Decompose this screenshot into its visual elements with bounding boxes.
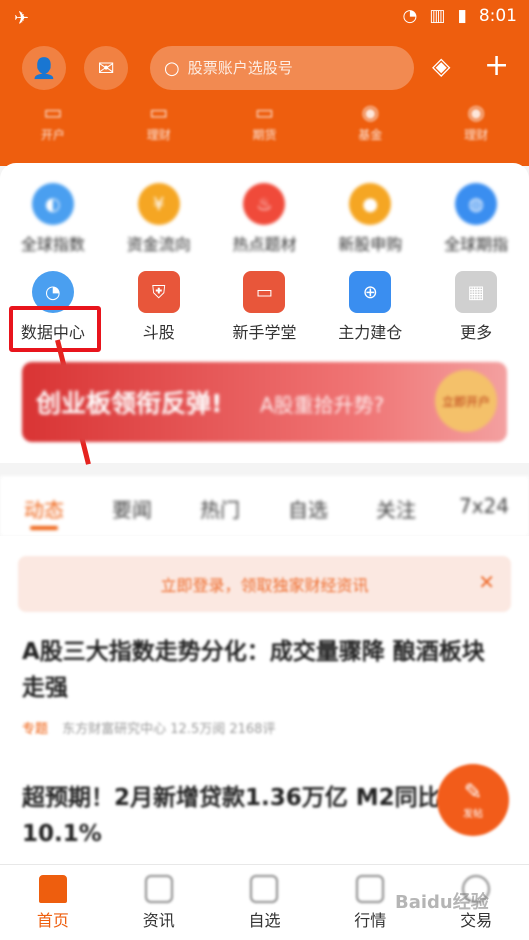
news-item[interactable]: 超预期！2月新增贷款1.36万亿 M2同比增长10.1% bbox=[22, 780, 502, 852]
sub-nav-item[interactable]: ◉ 理财 bbox=[423, 96, 529, 151]
account-icon: ▭ bbox=[43, 100, 63, 124]
grid-item-global-futures[interactable]: ◍ 全球期指 bbox=[423, 183, 529, 255]
globe-icon: ◍ bbox=[455, 183, 498, 225]
service-icon[interactable]: ◈ bbox=[432, 52, 450, 80]
battery-icon: ▮ bbox=[457, 6, 467, 26]
tab-watchlist[interactable]: 自选 bbox=[264, 476, 352, 536]
search-icon: ○ bbox=[164, 57, 180, 79]
chart-icon: ▭ bbox=[255, 100, 274, 124]
banner-open-account-badge[interactable]: 立即开户 bbox=[435, 370, 497, 432]
login-prompt-text: 立即登录，领取独家财经资讯 bbox=[160, 576, 369, 595]
status-bar: ✈ ◔ ▥ ▮ 8:01 bbox=[0, 0, 529, 36]
grid-item-money-flow[interactable]: ¥ 资金流向 bbox=[106, 183, 212, 255]
news-source: 东方财富研究中心 12.5万阅 2168评 bbox=[62, 722, 276, 737]
grid-item-ipo[interactable]: ● 新股申购 bbox=[317, 183, 423, 255]
clock-text: 8:01 bbox=[478, 6, 517, 26]
message-button[interactable]: ✉ bbox=[84, 46, 128, 90]
mail-icon: ✉ bbox=[97, 56, 115, 80]
news-icon bbox=[144, 875, 173, 903]
tab-7x24[interactable]: 7x24 bbox=[440, 476, 528, 536]
grid-item-stock-battle[interactable]: ⛨ 斗股 bbox=[106, 271, 212, 343]
grid-icon: ▦ bbox=[455, 271, 498, 313]
home-icon bbox=[38, 875, 67, 903]
sub-nav-item[interactable]: ▭ 开户 bbox=[0, 96, 106, 151]
banner-headline: 创业板领衔反弹! bbox=[36, 389, 223, 418]
compose-post-button[interactable]: ✎ 发帖 bbox=[437, 764, 509, 836]
tab-headlines[interactable]: 要闻 bbox=[88, 476, 176, 536]
search-bar[interactable]: ○ bbox=[150, 46, 414, 90]
wallet-icon: ▭ bbox=[149, 100, 169, 124]
grid-item-beginner-school[interactable]: ▭ 新手学堂 bbox=[212, 271, 318, 343]
sub-nav-item[interactable]: ◉ 基金 bbox=[317, 96, 423, 151]
close-icon[interactable]: ✕ bbox=[478, 570, 495, 594]
wifi-icon: ◔ bbox=[402, 6, 418, 26]
news-tag: 专题 bbox=[22, 722, 49, 737]
fab-label: 发帖 bbox=[463, 809, 483, 820]
position-icon: ⊕ bbox=[349, 271, 392, 313]
user-avatar-button[interactable]: 👤 bbox=[22, 46, 66, 90]
news-title: A股三大指数走势分化：成交量骤降 酿酒板块走强 bbox=[22, 639, 485, 701]
add-icon[interactable]: + bbox=[484, 48, 509, 83]
status-icons: ◔ ▥ ▮ 8:01 bbox=[403, 6, 517, 26]
grid-item-global-index[interactable]: ◐ 全球指数 bbox=[0, 183, 106, 255]
market-icon bbox=[356, 875, 385, 903]
tab-dynamic[interactable]: 动态 bbox=[0, 476, 88, 536]
login-prompt-banner[interactable]: 立即登录，领取独家财经资讯 ✕ bbox=[18, 556, 511, 612]
function-grid-row-1: ◐ 全球指数 ¥ 资金流向 ♨ 热点题材 ● 新股申购 ◍ 全球期指 bbox=[0, 183, 529, 255]
news-meta: 专题 东方财富研究中心 12.5万阅 2168评 bbox=[22, 718, 502, 737]
grid-item-main-position[interactable]: ⊕ 主力建仓 bbox=[317, 271, 423, 343]
watermark-text: Baidu经验 bbox=[395, 892, 489, 913]
banner-subline: A股重拾升势? bbox=[260, 393, 385, 417]
ipo-icon: ● bbox=[349, 183, 392, 225]
watchlist-icon bbox=[250, 875, 279, 903]
sub-nav: ▭ 开户 ▭ 理财 ▭ 期货 ◉ 基金 ◉ 理财 bbox=[0, 96, 529, 151]
bottom-nav-watchlist[interactable]: 自选 bbox=[212, 865, 318, 940]
news-title: 超预期！2月新增贷款1.36万亿 M2同比增长10.1% bbox=[22, 785, 487, 847]
signal-icon: ▥ bbox=[429, 6, 446, 26]
feed-tabs: 动态 要闻 热门 自选 关注 7x24 bbox=[0, 476, 529, 536]
grid-item-more[interactable]: ▦ 更多 bbox=[423, 271, 529, 343]
bottom-nav-news[interactable]: 资讯 bbox=[106, 865, 212, 940]
fire-icon: ♨ bbox=[243, 183, 286, 225]
app-header: 👤 ✉ ○ ◈ + ▭开户 ▭理财 ▭期货 ◉基金 ◉理财 bbox=[0, 36, 529, 166]
finance-icon: ◉ bbox=[467, 100, 485, 124]
fund-icon: ◉ bbox=[361, 100, 380, 124]
notification-icon: ✈ bbox=[14, 8, 30, 29]
annotation-highlight-box bbox=[9, 306, 101, 352]
bottom-nav-home[interactable]: 首页 bbox=[0, 865, 106, 940]
grid-item-hot-topics[interactable]: ♨ 热点题材 bbox=[212, 183, 318, 255]
tab-following[interactable]: 关注 bbox=[352, 476, 440, 536]
news-item[interactable]: A股三大指数走势分化：成交量骤降 酿酒板块走强 专题 东方财富研究中心 12.5… bbox=[22, 634, 502, 737]
money-flow-icon: ¥ bbox=[137, 183, 180, 225]
pencil-icon: ✎ bbox=[463, 780, 483, 805]
user-icon: 👤 bbox=[31, 56, 57, 80]
sub-nav-item[interactable]: ▭ 理财 bbox=[106, 96, 212, 151]
search-input[interactable] bbox=[187, 59, 388, 77]
promo-banner[interactable]: 创业板领衔反弹! A股重拾升势? 立即开户 bbox=[22, 362, 507, 442]
globe-chart-icon: ◐ bbox=[31, 183, 74, 225]
shield-icon: ⛨ bbox=[137, 271, 180, 313]
screen-icon: ▭ bbox=[243, 271, 286, 313]
tab-hot[interactable]: 热门 bbox=[176, 476, 264, 536]
sub-nav-item[interactable]: ▭ 期货 bbox=[212, 96, 318, 151]
